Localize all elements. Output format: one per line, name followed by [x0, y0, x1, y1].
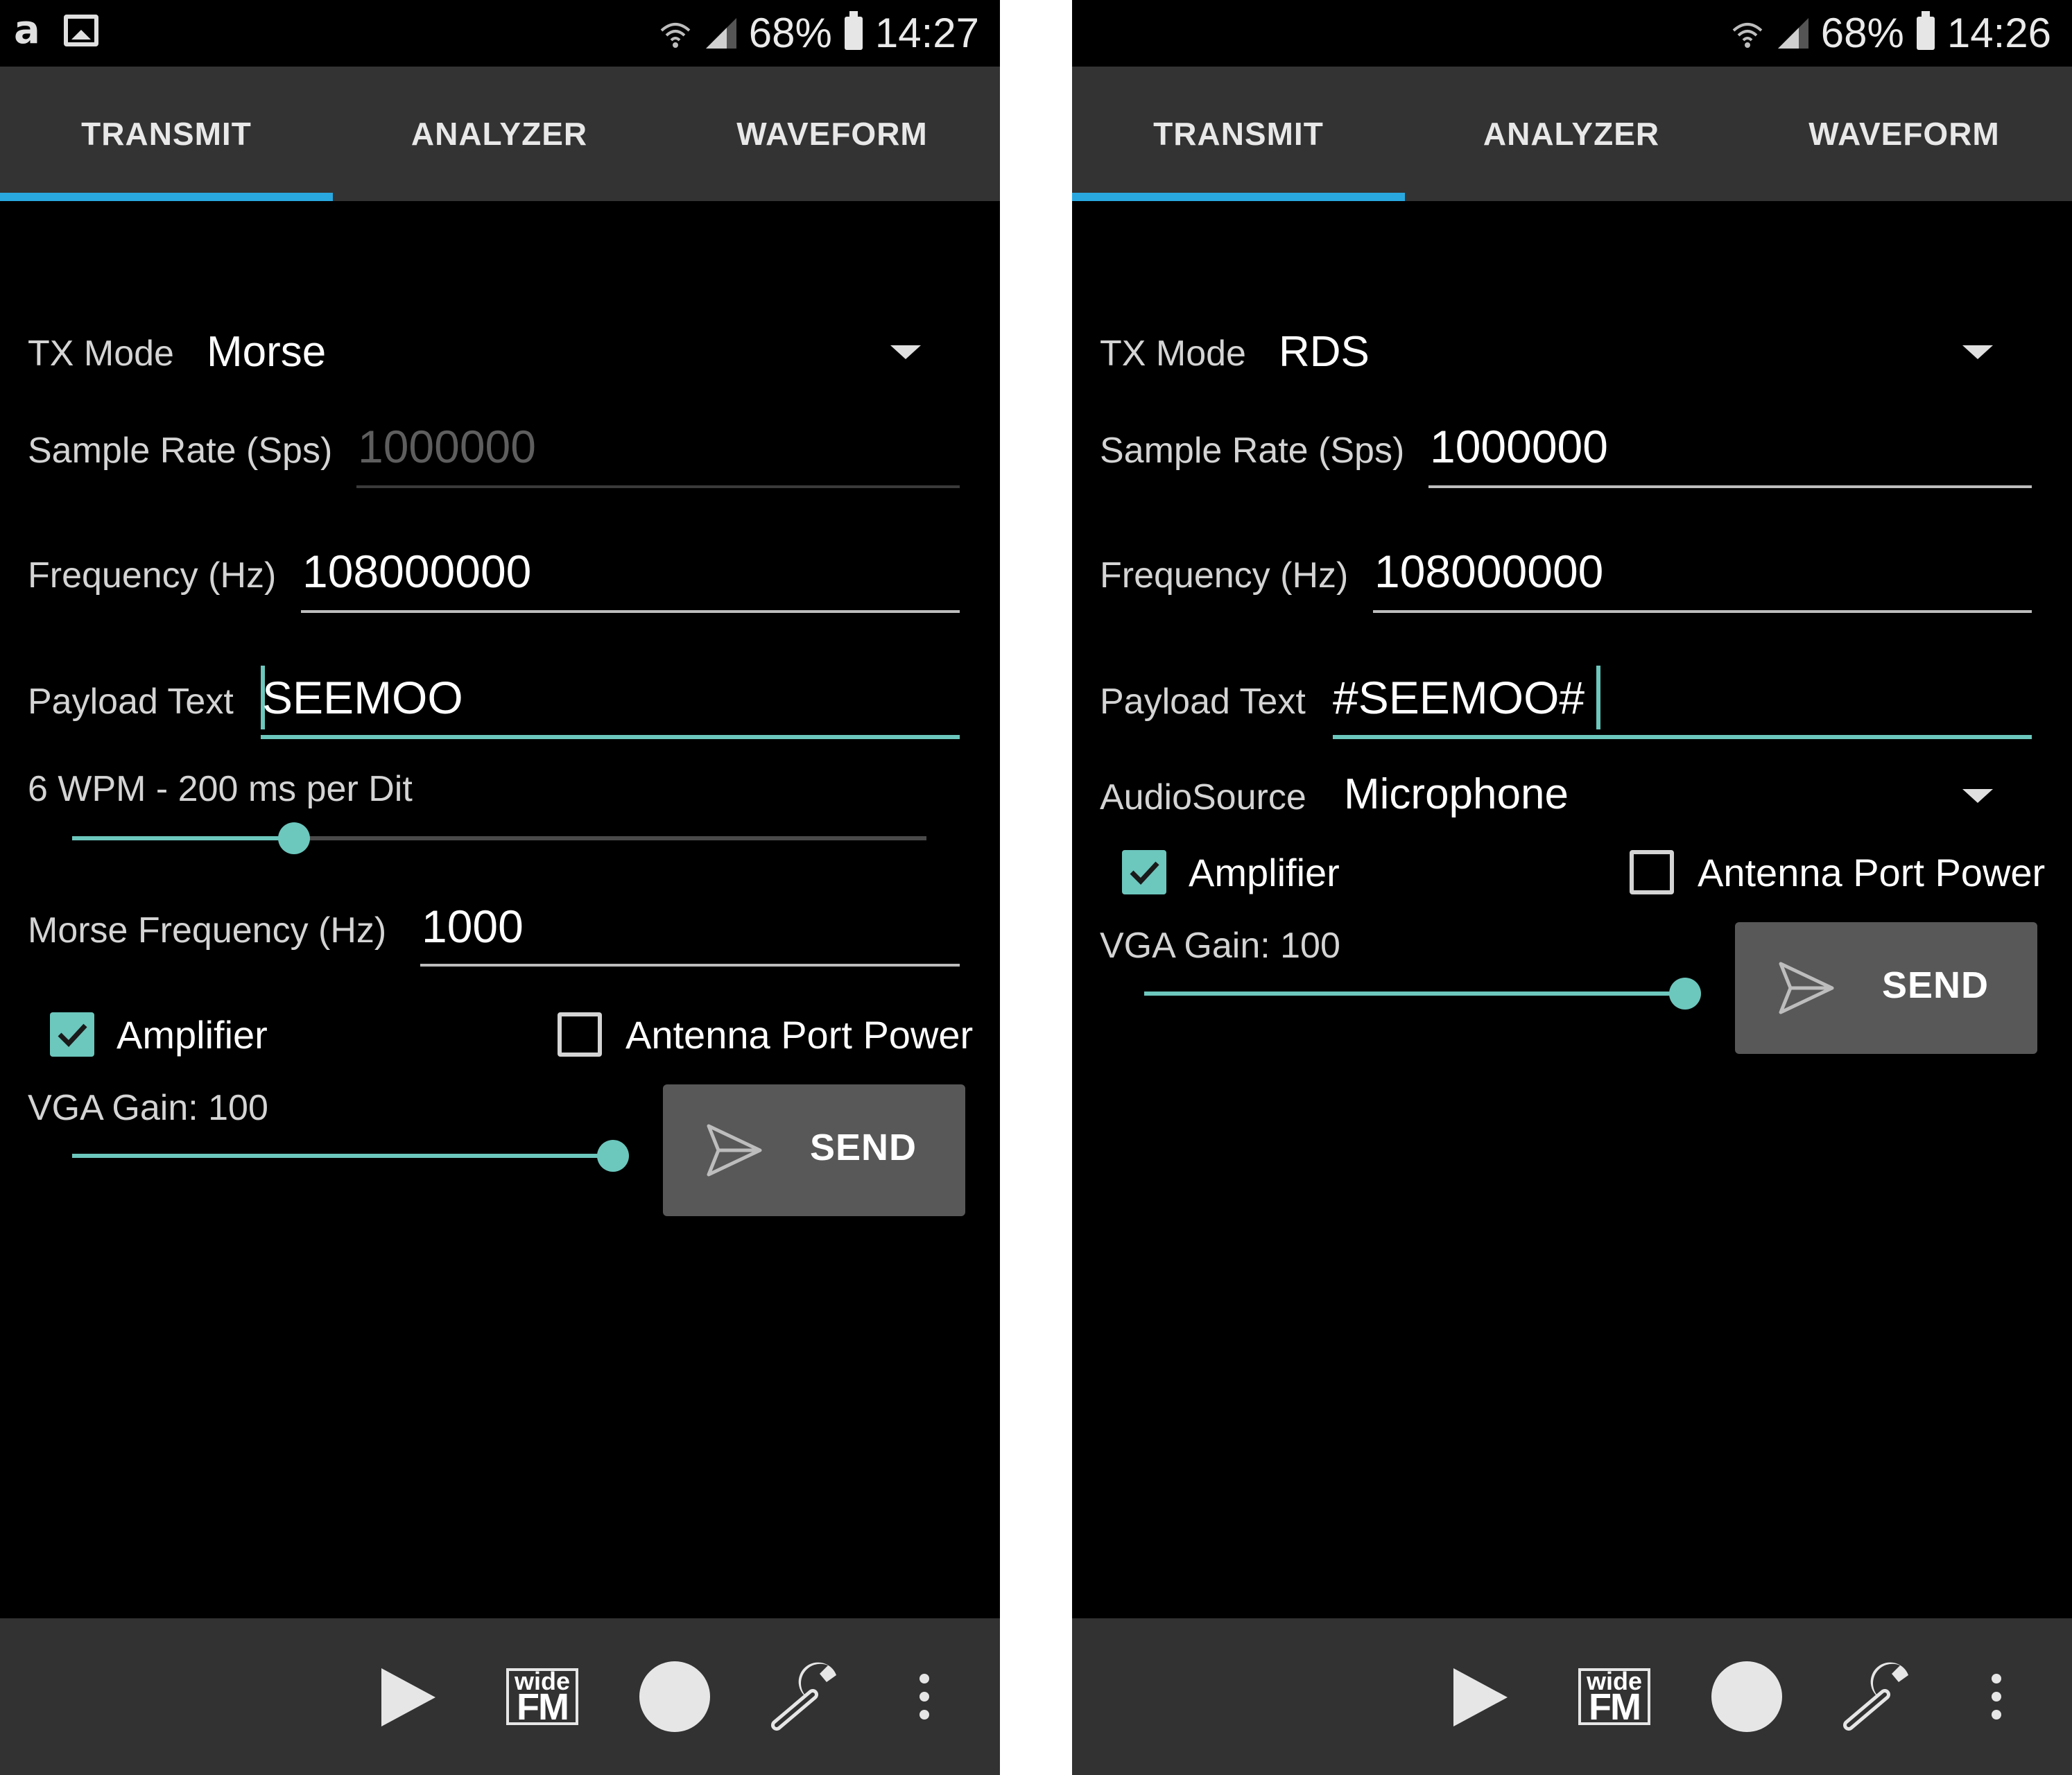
text-cursor	[1596, 666, 1600, 729]
audio-source-select[interactable]: Microphone	[1344, 770, 1569, 819]
tab-waveform[interactable]: WAVEFORM	[666, 67, 999, 201]
tab-analyzer[interactable]: ANALYZER	[1405, 67, 1738, 201]
status-bar: a 68% 14:27	[0, 0, 1000, 67]
frequency-underline	[301, 610, 960, 613]
payload-underline	[261, 735, 960, 739]
tab-analyzer[interactable]: ANALYZER	[333, 67, 666, 201]
tab-bar: TRANSMIT ANALYZER WAVEFORM	[0, 67, 1000, 201]
sample-rate-field[interactable]: 1000000	[1430, 420, 1608, 473]
audio-source-label: AudioSource	[1100, 777, 1306, 817]
send-icon	[1779, 962, 1834, 1014]
record-icon[interactable]	[639, 1661, 710, 1732]
bottom-toolbar: wide FM	[1072, 1618, 2072, 1775]
sample-rate-underline	[1428, 485, 2032, 488]
play-icon[interactable]	[1451, 1665, 1510, 1729]
antenna-port-power-label[interactable]: Antenna Port Power	[625, 1012, 973, 1057]
status-bar: 68% 14:26	[1072, 0, 2072, 67]
vga-slider-thumb[interactable]	[597, 1140, 629, 1172]
vga-gain-label: VGA Gain: 100	[28, 1088, 268, 1128]
dropdown-arrow-icon[interactable]	[890, 345, 921, 359]
battery-percent: 68%	[748, 10, 832, 56]
tab-indicator	[1072, 193, 1405, 201]
frequency-underline	[1373, 610, 2032, 613]
wide-fm-bottom-text: FM	[1589, 1686, 1641, 1728]
amplifier-label[interactable]: Amplifier	[1189, 850, 1340, 895]
sample-rate-underline	[356, 485, 960, 488]
phone-screen-left: a 68% 14:27 TRANSMIT ANALYZER WAVEFORM T…	[0, 0, 1000, 1775]
send-label: SEND	[810, 1127, 917, 1168]
tab-bar: TRANSMIT ANALYZER WAVEFORM	[1072, 67, 2072, 201]
wide-fm-icon[interactable]: wide FM	[1578, 1668, 1650, 1728]
vga-slider-fill	[72, 1154, 613, 1158]
tx-mode-label: TX Mode	[28, 334, 174, 374]
clock: 14:26	[1946, 10, 2051, 56]
bottom-toolbar: wide FM	[0, 1618, 1000, 1775]
tx-mode-select[interactable]: Morse	[207, 327, 326, 376]
amplifier-checkbox[interactable]	[50, 1012, 94, 1057]
checkmark-icon	[58, 1023, 87, 1048]
send-label: SEND	[1882, 964, 1989, 1006]
morse-frequency-label: Morse Frequency (Hz)	[28, 910, 387, 951]
payload-label: Payload Text	[1100, 682, 1306, 722]
frequency-label: Frequency (Hz)	[1100, 555, 1349, 596]
wpm-slider-thumb[interactable]	[278, 822, 310, 854]
dropdown-arrow-icon[interactable]	[1962, 345, 1993, 359]
tx-mode-label: TX Mode	[1100, 334, 1246, 374]
clock: 14:27	[874, 10, 979, 56]
amplifier-checkbox[interactable]	[1122, 850, 1166, 894]
tab-waveform[interactable]: WAVEFORM	[1738, 67, 2071, 201]
frequency-field[interactable]: 108000000	[302, 545, 531, 598]
vga-slider-thumb[interactable]	[1669, 978, 1701, 1010]
dropdown-arrow-icon[interactable]	[1962, 789, 1993, 803]
wifi-icon	[660, 23, 691, 48]
amazon-icon: a	[14, 8, 40, 53]
cell-signal-icon	[705, 18, 736, 49]
wifi-icon	[1732, 23, 1763, 48]
battery-icon	[844, 11, 863, 50]
antenna-port-power-checkbox[interactable]	[1630, 850, 1674, 894]
antenna-port-power-label[interactable]: Antenna Port Power	[1698, 850, 2045, 895]
wrench-icon[interactable]	[767, 1659, 847, 1735]
tab-transmit[interactable]: TRANSMIT	[0, 67, 333, 201]
vga-slider-fill	[1144, 992, 1685, 996]
frequency-field[interactable]: 108000000	[1374, 545, 1603, 598]
wrench-icon[interactable]	[1839, 1659, 1919, 1735]
cell-signal-icon	[1777, 18, 1808, 49]
sample-rate-label: Sample Rate (Sps)	[1100, 431, 1405, 471]
tx-mode-select[interactable]: RDS	[1279, 327, 1370, 376]
antenna-port-power-checkbox[interactable]	[558, 1012, 602, 1057]
play-icon[interactable]	[379, 1665, 438, 1729]
payload-field[interactable]: SEEMOO	[262, 671, 463, 724]
morse-frequency-field[interactable]: 1000	[422, 900, 524, 953]
tab-transmit[interactable]: TRANSMIT	[1072, 67, 1405, 201]
wide-fm-icon[interactable]: wide FM	[506, 1668, 578, 1728]
payload-underline	[1333, 735, 2032, 739]
overflow-menu-icon[interactable]	[920, 1674, 929, 1728]
sample-rate-label: Sample Rate (Sps)	[28, 431, 333, 471]
send-icon	[707, 1124, 762, 1177]
record-icon[interactable]	[1711, 1661, 1782, 1732]
payload-field[interactable]: #SEEMOO#	[1333, 671, 1585, 724]
payload-label: Payload Text	[28, 682, 234, 722]
checkmark-icon	[1130, 861, 1159, 885]
phone-screen-right: 68% 14:26 TRANSMIT ANALYZER WAVEFORM TX …	[1072, 0, 2072, 1775]
vga-gain-label: VGA Gain: 100	[1100, 926, 1340, 966]
sample-rate-field: 1000000	[358, 421, 536, 472]
morse-frequency-underline	[420, 964, 960, 967]
send-button[interactable]: SEND	[1735, 922, 2037, 1054]
image-icon	[63, 15, 98, 46]
battery-percent: 68%	[1820, 10, 1904, 56]
overflow-menu-icon[interactable]	[1992, 1674, 2001, 1728]
wide-fm-bottom-text: FM	[517, 1686, 569, 1728]
battery-icon	[1916, 11, 1935, 50]
tab-indicator	[0, 193, 333, 201]
amplifier-label[interactable]: Amplifier	[116, 1012, 268, 1057]
wpm-slider-fill	[72, 836, 294, 840]
send-button[interactable]: SEND	[663, 1084, 965, 1216]
wpm-label: 6 WPM - 200 ms per Dit	[28, 769, 413, 809]
frequency-label: Frequency (Hz)	[28, 555, 277, 596]
